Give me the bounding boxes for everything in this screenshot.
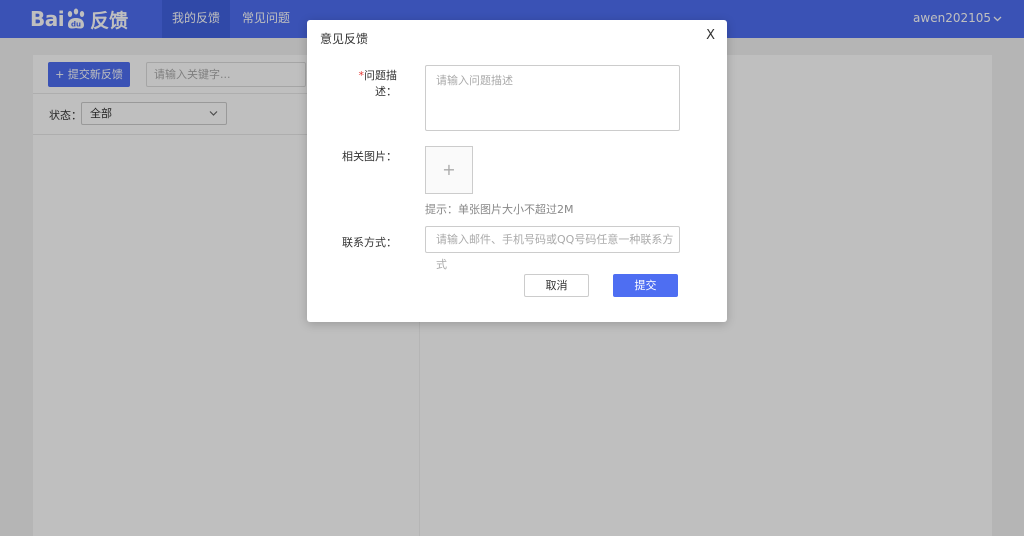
- images-label: 相关图片：: [342, 150, 397, 163]
- modal-title: 意见反馈: [320, 32, 369, 46]
- upload-hint: 提示：单张图片大小不超过2M: [425, 203, 574, 216]
- cancel-button[interactable]: 取消: [524, 274, 589, 297]
- image-upload-button[interactable]: +: [425, 146, 473, 194]
- description-textarea[interactable]: 请输入问题描述: [425, 65, 680, 131]
- desc-label: *问题描述：: [337, 67, 398, 99]
- feedback-modal: 意见反馈 X *问题描述： 请输入问题描述 相关图片： + 提示：单张图片大小不…: [307, 20, 727, 322]
- contact-label: 联系方式：: [342, 236, 397, 249]
- close-icon[interactable]: X: [706, 28, 715, 43]
- submit-button[interactable]: 提交: [613, 274, 678, 297]
- contact-input[interactable]: 请输入邮件、手机号码或QQ号码任意一种联系方式: [425, 226, 680, 271]
- desc-label-text: 问题描述：: [364, 69, 397, 98]
